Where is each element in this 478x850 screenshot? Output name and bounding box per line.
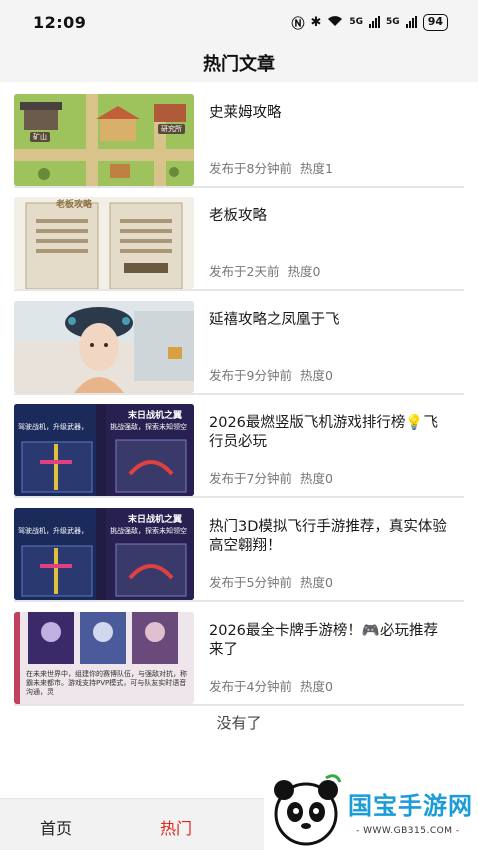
article-meta: 发布于4分钟前 热度0 [209, 676, 333, 695]
article-meta: 发布于9分钟前 热度0 [209, 365, 333, 384]
article-published-time: 发布于8分钟前 [209, 161, 292, 176]
thumb-game-logo: 末日战机之翼 [128, 411, 183, 421]
page-title: 热门文章 [203, 54, 275, 75]
status-time: 12:09 [33, 12, 87, 32]
article-item[interactable]: 老板攻略 老板攻略 发布于2天前 热度0 [14, 197, 464, 291]
cellular-signal-2-label: 5G [386, 17, 400, 27]
article-meta: 发布于7分钟前 热度0 [209, 468, 333, 487]
article-heat: 热度0 [299, 471, 333, 486]
article-meta: 发布于2天前 热度0 [209, 261, 320, 280]
article-thumbnail: 在未来世界中，组建你的赛博队伍，与强敌对抗，称霸未来都市。游戏支持PVP模式，可… [14, 612, 194, 704]
cellular-signal-1-label: 5G [349, 17, 364, 27]
battery-indicator: 94 [422, 13, 448, 31]
article-item[interactable]: 矿山 研究所 史莱姆攻略 发布于8分钟前 热度1 [14, 94, 464, 188]
app-header: 热门文章 [0, 44, 478, 82]
tab-home[interactable]: 首页 [40, 815, 72, 839]
article-thumbnail: 驾驶战机，升级武器， 末日战机之翼 挑战强敌，探索未知领空 [14, 404, 194, 496]
article-published-time: 发布于4分钟前 [209, 679, 292, 694]
cellular-signal-2-icon [405, 16, 417, 28]
article-item[interactable]: 延禧攻略之凤凰于飞 发布于9分钟前 热度0 [14, 301, 464, 395]
status-bar: 12:09 Ⓝ ✱ 5G 5G 94 [0, 0, 478, 44]
article-published-time: 发布于7分钟前 [209, 471, 292, 486]
article-title[interactable]: 2026最燃竖版飞机游戏排行榜💡飞行员必玩 [209, 414, 449, 452]
thumb-caption-left: 驾驶战机，升级武器， [18, 527, 88, 535]
article-heat: 热度0 [287, 264, 321, 279]
article-title[interactable]: 延禧攻略之凤凰于飞 [209, 311, 449, 330]
article-thumbnail: 老板攻略 [14, 197, 194, 289]
thumb-game-logo: 末日战机之翼 [128, 515, 183, 525]
article-item[interactable]: 驾驶战机，升级武器， 末日战机之翼 挑战强敌，探索未知领空 2026最燃竖版飞机… [14, 404, 464, 498]
tab-hot[interactable]: 热门 [160, 815, 192, 839]
article-heat: 热度0 [299, 679, 333, 694]
thumb-description: 在未来世界中，组建你的赛博队伍，与强敌对抗，称霸未来都市。游戏支持PVP模式，可… [26, 670, 187, 696]
article-published-time: 发布于9分钟前 [209, 368, 292, 383]
thumb-caption-left: 驾驶战机，升级武器， [18, 423, 88, 431]
status-icons: Ⓝ ✱ 5G 5G 94 [291, 13, 448, 32]
thumb-label-boss: 老板攻略 [56, 200, 93, 210]
site-watermark: 国宝手游网 - WWW.GB315.COM - [264, 770, 478, 850]
article-heat: 热度0 [299, 575, 333, 590]
article-meta: 发布于5分钟前 热度0 [209, 572, 333, 591]
article-title[interactable]: 史莱姆攻略 [209, 104, 449, 123]
wifi-icon [327, 14, 343, 30]
article-item[interactable]: 在未来世界中，组建你的赛博队伍，与强敌对抗，称霸未来都市。游戏支持PVP模式，可… [14, 612, 464, 706]
article-feed[interactable]: 矿山 研究所 史莱姆攻略 发布于8分钟前 热度1 老板攻略 老板攻略 发布于2天… [0, 82, 478, 798]
article-thumbnail: 矿山 研究所 [14, 94, 194, 186]
article-published-time: 发布于5分钟前 [209, 575, 292, 590]
thumb-label-institute: 研究所 [158, 124, 185, 134]
thumb-label-mine: 矿山 [30, 132, 50, 142]
thumb-caption-right: 挑战强敌，探索未知领空 [110, 423, 187, 431]
article-title[interactable]: 2026最全卡牌手游榜！🎮必玩推荐来了 [209, 622, 449, 660]
article-thumbnail: 驾驶战机，升级武器， 末日战机之翼 挑战强敌，探索未知领空 [14, 508, 194, 600]
cellular-signal-1-icon [369, 16, 381, 28]
bluetooth-icon: ✱ [310, 14, 322, 30]
panda-logo-icon [274, 774, 342, 846]
watermark-brand: 国宝手游网 [348, 792, 473, 820]
watermark-url: - WWW.GB315.COM - [356, 826, 460, 836]
article-title[interactable]: 老板攻略 [209, 207, 449, 226]
article-meta: 发布于8分钟前 热度1 [209, 158, 333, 177]
article-heat: 热度0 [299, 368, 333, 383]
article-published-time: 发布于2天前 [209, 264, 280, 279]
article-title[interactable]: 热门3D模拟飞行手游推荐，真实体验高空翱翔！ [209, 518, 449, 556]
end-of-list-text: 没有了 [216, 714, 262, 732]
nfc-icon: Ⓝ [291, 16, 305, 32]
article-thumbnail [14, 301, 194, 393]
thumb-caption-right: 挑战强敌，探索未知领空 [110, 527, 187, 535]
article-heat: 热度1 [299, 161, 333, 176]
article-item[interactable]: 驾驶战机，升级武器， 末日战机之翼 挑战强敌，探索未知领空 热门3D模拟飞行手游… [14, 508, 464, 602]
